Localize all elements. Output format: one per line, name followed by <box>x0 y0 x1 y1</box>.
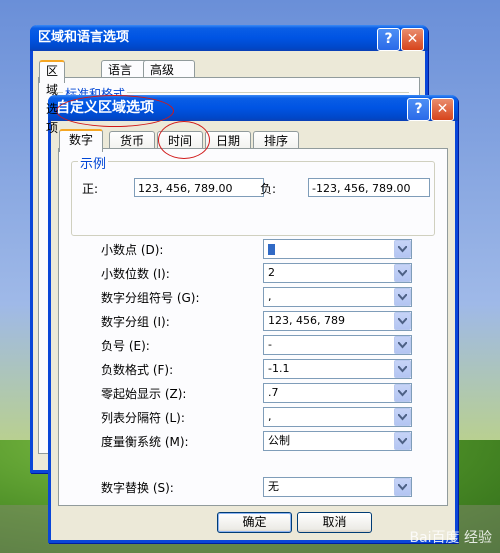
sample-label: 示例 <box>78 153 109 172</box>
window-title: 区域和语言选项 <box>38 30 130 45</box>
close-button[interactable]: ✕ <box>401 28 424 51</box>
positive-sample-field: 123, 456, 789.00 <box>134 178 264 197</box>
tab-regional-options[interactable]: 区域选项 <box>39 60 66 135</box>
setting-combo[interactable]: 公制 <box>263 431 412 451</box>
setting-combo[interactable]: .7 <box>263 383 412 403</box>
setting-label: 负数格式 (F): <box>101 363 174 377</box>
chevron-down-icon[interactable] <box>394 408 411 426</box>
setting-label: 小数位数 (I): <box>101 267 170 281</box>
setting-value: .7 <box>268 386 279 399</box>
setting-label: 度量衡系统 (M): <box>101 435 189 449</box>
setting-label: 零起始显示 (Z): <box>101 387 187 401</box>
cancel-button[interactable]: 取消 <box>297 512 372 533</box>
setting-combo[interactable]: , <box>263 407 412 427</box>
setting-value: , <box>268 410 272 423</box>
setting-combo[interactable]: - <box>263 335 412 355</box>
title-bar: 区域和语言选项 ? ✕ <box>30 25 428 51</box>
setting-combo[interactable]: 123, 456, 789 <box>263 311 412 331</box>
setting-value: , <box>268 290 272 303</box>
setting-value: 2 <box>268 266 275 279</box>
selection-highlight <box>268 243 275 255</box>
tab-number[interactable]: 数字 <box>59 129 103 152</box>
annotation-circle-time-tab <box>158 121 210 159</box>
setting-combo[interactable] <box>263 239 412 259</box>
setting-combo[interactable]: 无 <box>263 477 412 497</box>
setting-combo[interactable]: , <box>263 287 412 307</box>
setting-label: 列表分隔符 (L): <box>101 411 185 425</box>
setting-label: 数字分组符号 (G): <box>101 291 200 305</box>
chevron-down-icon[interactable] <box>394 360 411 378</box>
chevron-down-icon[interactable] <box>394 312 411 330</box>
chevron-down-icon[interactable] <box>394 478 411 496</box>
setting-value: 123, 456, 789 <box>268 314 345 327</box>
setting-combo[interactable]: 2 <box>263 263 412 283</box>
chevron-down-icon[interactable] <box>394 432 411 450</box>
setting-label: 小数点 (D): <box>101 243 164 257</box>
setting-value <box>268 240 275 258</box>
sample-group: 示例 正: 123, 456, 789.00 负: -123, 456, 789… <box>71 153 435 236</box>
setting-combo[interactable]: -1.1 <box>263 359 412 379</box>
close-button[interactable]: ✕ <box>431 98 454 121</box>
setting-label: 数字分组 (I): <box>101 315 170 329</box>
setting-value: 公制 <box>268 434 290 447</box>
chevron-down-icon[interactable] <box>394 264 411 282</box>
setting-label: 数字替换 (S): <box>101 481 174 495</box>
negative-sample-field: -123, 456, 789.00 <box>308 178 430 197</box>
chevron-down-icon[interactable] <box>394 384 411 402</box>
ok-button[interactable]: 确定 <box>217 512 292 533</box>
chevron-down-icon[interactable] <box>394 240 411 258</box>
watermark: Bai百度 经验 <box>409 530 492 546</box>
help-button[interactable]: ? <box>377 28 400 51</box>
negative-label: 负: <box>260 182 277 196</box>
chevron-down-icon[interactable] <box>394 288 411 306</box>
help-button[interactable]: ? <box>407 98 430 121</box>
annotation-circle-title <box>56 95 174 127</box>
setting-value: -1.1 <box>268 362 290 375</box>
tab-panel: 示例 正: 123, 456, 789.00 负: -123, 456, 789… <box>58 148 448 506</box>
positive-label: 正: <box>82 182 99 196</box>
customize-regional-options-window: 自定义区域选项 ? ✕ 数字 货币 时间 日期 排序 示例 正: 123, 45… <box>48 95 458 543</box>
setting-label: 负号 (E): <box>101 339 150 353</box>
setting-value: 无 <box>268 480 279 493</box>
chevron-down-icon[interactable] <box>394 336 411 354</box>
setting-value: - <box>268 338 272 351</box>
